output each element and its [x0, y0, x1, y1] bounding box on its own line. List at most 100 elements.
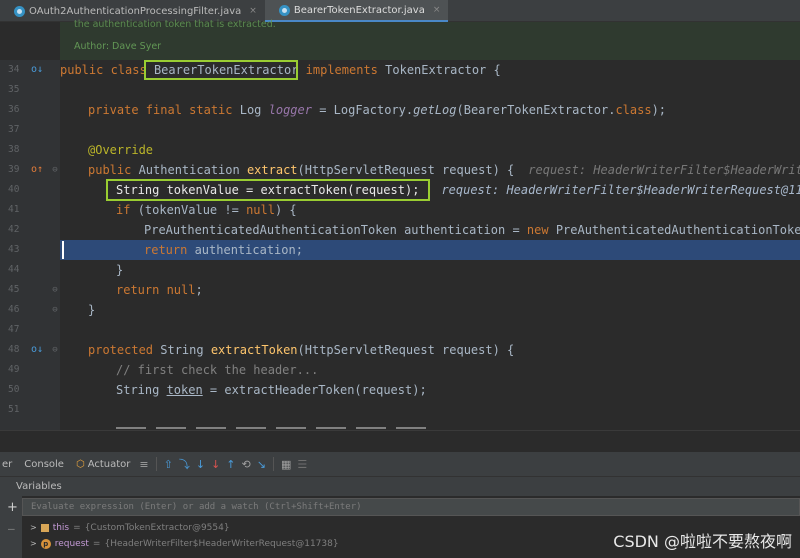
- debug-toolbar: er Console ⬡ Actuator ≡ ⇧ ⤵ ↓ ↓ ↑ ⟲ ↘ ▦ …: [0, 452, 800, 476]
- inline-debug-value: request: HeaderWriterFilter$HeaderWriter: [528, 163, 800, 177]
- keyword: private final static: [88, 103, 240, 117]
- watermark: CSDN @啦啦不要熬夜啊: [613, 532, 792, 551]
- code-line-46[interactable]: }: [60, 300, 800, 320]
- code-text: }: [88, 303, 96, 317]
- code-text: = LogFactory.: [311, 103, 414, 117]
- variable-row[interactable]: > p request = {HeaderWriterFilter$Header…: [30, 536, 339, 552]
- keyword: if: [116, 203, 138, 217]
- code-text: authentication;: [194, 243, 303, 257]
- variable-equals: =: [92, 539, 101, 549]
- fold-icon[interactable]: ⊖: [50, 280, 60, 300]
- code-line-36[interactable]: private final static Log logger = LogFac…: [60, 100, 800, 120]
- field[interactable]: logger: [269, 103, 312, 117]
- variable-equals: =: [73, 523, 81, 533]
- code-line-44[interactable]: }: [60, 260, 800, 280]
- line-number: 37: [8, 124, 20, 135]
- tab-actuator[interactable]: ⬡ Actuator: [70, 452, 136, 476]
- code-line-49[interactable]: // first check the header...: [60, 360, 800, 380]
- keyword: public: [60, 63, 111, 77]
- code-line-42[interactable]: PreAuthenticatedAuthenticationToken auth…: [60, 220, 800, 240]
- code-text: ;: [195, 283, 203, 297]
- code-line-50[interactable]: String token = extractHeaderToken(reques…: [60, 380, 800, 400]
- menu-icon[interactable]: ≡: [136, 458, 151, 471]
- line-number: 46: [8, 304, 20, 315]
- toolbar-divider: [272, 457, 274, 471]
- interface-name[interactable]: TokenExtractor {: [385, 63, 501, 77]
- chevron-right-icon[interactable]: >: [30, 520, 37, 536]
- keyword: new: [526, 223, 556, 237]
- line-number: 43: [8, 244, 20, 255]
- line-number: 51: [8, 404, 20, 415]
- chevron-right-icon[interactable]: >: [30, 536, 37, 552]
- tab-label: BearerTokenExtractor.java: [293, 4, 425, 16]
- add-watch-icon[interactable]: +: [7, 500, 18, 515]
- method-name[interactable]: extractToken: [211, 343, 298, 357]
- force-step-into-icon[interactable]: ↓: [208, 458, 223, 471]
- local-variable[interactable]: token: [167, 383, 203, 397]
- line-number: 39: [8, 164, 20, 175]
- code-line-43[interactable]: return authentication;: [60, 240, 800, 260]
- java-class-icon: [278, 4, 290, 16]
- code-line-39[interactable]: public Authentication extract(HttpServle…: [60, 160, 800, 180]
- trace-icon[interactable]: ☰: [294, 458, 310, 471]
- annotation: @Override: [88, 143, 154, 157]
- line-number-gutter[interactable]: 34 o↓ 35 36 37 38 39 o↑ ⊖ 40 41 42 43 44…: [0, 60, 60, 430]
- tab-label: Actuator: [87, 458, 131, 470]
- code-text: (tokenValue !=: [137, 203, 247, 217]
- line-number: 40: [8, 184, 20, 195]
- code-editor[interactable]: public class BearerTokenExtractor implem…: [60, 60, 800, 430]
- remove-watch-icon[interactable]: —: [8, 522, 15, 535]
- tab-bearer-token-extractor[interactable]: BearerTokenExtractor.java ×: [264, 0, 449, 22]
- fold-icon[interactable]: ⊖: [50, 340, 60, 360]
- run-to-cursor-icon[interactable]: ↘: [254, 458, 269, 471]
- variables-side-toolbar: + —: [0, 496, 22, 558]
- variable-value: {HeaderWriterFilter$HeaderWriterRequest@…: [104, 539, 339, 549]
- implements-icon[interactable]: o↓: [30, 60, 44, 80]
- close-icon[interactable]: ×: [249, 6, 257, 16]
- close-icon[interactable]: ×: [433, 5, 441, 15]
- doc-author: Author: Dave Syer: [74, 41, 162, 52]
- line-number: 48: [8, 344, 20, 355]
- variables-header: Variables: [0, 476, 800, 496]
- variable-row[interactable]: > this = {CustomTokenExtractor@9554}: [30, 520, 230, 536]
- editor-horizontal-scrollbar[interactable]: [0, 430, 800, 450]
- fold-icon[interactable]: ⊖: [50, 300, 60, 320]
- step-out-icon[interactable]: ↑: [223, 458, 238, 471]
- method-name[interactable]: extract: [247, 163, 298, 177]
- inline-debug-value: request: HeaderWriterFilter$HeaderWriter…: [441, 183, 800, 197]
- show-execution-point-icon[interactable]: ⇧: [161, 458, 176, 471]
- variable-name: request: [54, 539, 89, 549]
- step-over-icon[interactable]: ⤵: [176, 456, 193, 472]
- keyword: return: [116, 283, 167, 297]
- tab-label: OAuth2AuthenticationProcessingFilter.jav…: [29, 5, 242, 17]
- highlight-box-class-name: [144, 60, 298, 80]
- step-into-icon[interactable]: ↓: [193, 458, 208, 471]
- evaluate-expression-field[interactable]: Evaluate expression (Enter) or add a wat…: [22, 498, 800, 516]
- keyword: implements: [298, 63, 386, 77]
- code-line-45[interactable]: return null;: [60, 280, 800, 300]
- keyword: protected: [88, 343, 161, 357]
- line-number: 38: [8, 144, 20, 155]
- code-line-48[interactable]: protected String extractToken(HttpServle…: [60, 340, 800, 360]
- keyword: public: [88, 163, 139, 177]
- line-number: 35: [8, 84, 20, 95]
- override-icon[interactable]: o↑: [30, 160, 44, 180]
- code-line-38[interactable]: @Override: [60, 140, 800, 160]
- line-number: 44: [8, 264, 20, 275]
- method-call[interactable]: getLog: [413, 103, 456, 117]
- code-text: );: [651, 103, 667, 117]
- code-line-41[interactable]: if (tokenValue != null) {: [60, 200, 800, 220]
- debugger-tab-cut[interactable]: er: [0, 452, 18, 476]
- drop-frame-icon[interactable]: ⟲: [239, 458, 254, 471]
- code-text: }: [116, 263, 124, 277]
- code-text: = extractHeaderToken(request);: [202, 383, 427, 397]
- line-number: 47: [8, 324, 20, 335]
- keyword: class: [615, 103, 652, 117]
- evaluate-expression-icon[interactable]: ▦: [278, 458, 294, 471]
- line-number: 50: [8, 384, 20, 395]
- toolbar-divider: [155, 457, 157, 471]
- implements-icon[interactable]: o↓: [30, 340, 44, 360]
- code-text: (BearerTokenExtractor.: [456, 103, 616, 117]
- tab-console[interactable]: Console: [18, 452, 70, 476]
- fold-icon[interactable]: ⊖: [50, 160, 60, 180]
